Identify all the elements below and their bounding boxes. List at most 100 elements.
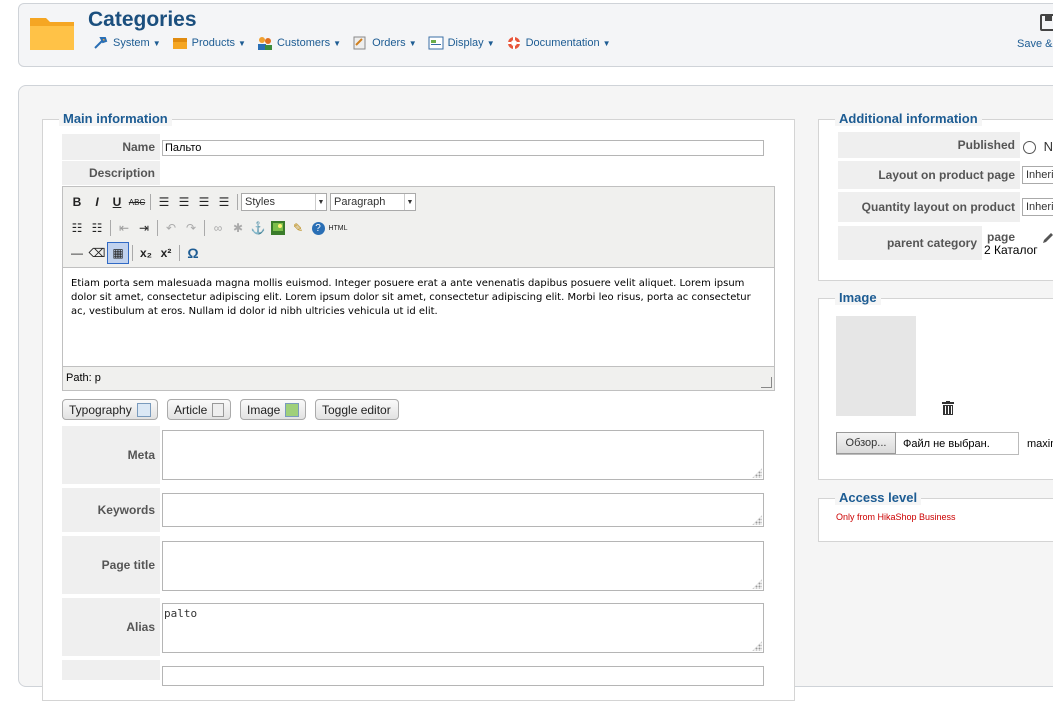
description-label: Description: [62, 161, 160, 185]
unlink-icon[interactable]: ✱: [228, 218, 248, 238]
alias-label: Alias: [62, 598, 160, 656]
name-label: Name: [62, 134, 160, 160]
image-button-label: Image: [247, 402, 281, 417]
outdent-button[interactable]: ⇤: [114, 218, 134, 238]
cleanup-icon[interactable]: ✎: [288, 218, 308, 238]
numbered-list-button[interactable]: ☷: [87, 218, 107, 238]
menu-customers-label: Customers: [276, 37, 331, 49]
trash-icon[interactable]: [942, 401, 954, 415]
image-icon: [285, 402, 299, 417]
format-select-value: Paragraph: [334, 196, 386, 208]
wrench-icon: [94, 37, 108, 49]
bullet-list-button[interactable]: ☷: [67, 218, 87, 238]
parent-category-value: 2 Каталог: [984, 243, 1038, 257]
page-title-label: Page title: [62, 536, 160, 594]
indent-button[interactable]: ⇥: [134, 218, 154, 238]
menu-products[interactable]: Products ▼: [172, 36, 246, 50]
next-row-label: [62, 660, 160, 680]
published-radio-group: N: [1023, 139, 1053, 155]
save-button[interactable]: Save &: [1017, 14, 1053, 50]
menu-system-label: System: [113, 37, 150, 49]
article-button[interactable]: Article: [167, 399, 231, 420]
typography-button[interactable]: Typography: [62, 399, 158, 420]
special-char-button[interactable]: Ω: [183, 243, 203, 263]
layout-select-value: Inheri: [1026, 169, 1053, 181]
meta-description-textarea[interactable]: [162, 430, 764, 480]
typography-button-label: Typography: [69, 402, 132, 417]
html-button[interactable]: HTML: [328, 218, 348, 238]
menu-customers[interactable]: Customers ▼: [257, 36, 341, 50]
toggle-editor-button[interactable]: Toggle editor: [315, 399, 399, 420]
name-input[interactable]: [162, 140, 764, 156]
table-icon[interactable]: ▦: [107, 242, 129, 264]
orders-icon: [353, 36, 366, 50]
additional-information-legend: Additional information: [835, 111, 982, 126]
align-justify-button[interactable]: ☰: [214, 192, 234, 212]
edit-pencil-icon[interactable]: [1041, 231, 1053, 245]
article-button-label: Article: [174, 402, 208, 417]
menu-display-label: Display: [447, 37, 484, 49]
lifebuoy-icon: [507, 37, 520, 49]
layout-label: Layout on product page: [838, 161, 1020, 189]
anchor-icon[interactable]: ⚓: [248, 218, 268, 238]
superscript-button[interactable]: x²: [156, 243, 176, 263]
editor-resize-handle[interactable]: [761, 377, 772, 388]
align-right-button[interactable]: ☰: [194, 192, 214, 212]
align-left-button[interactable]: ☰: [154, 192, 174, 212]
redo-icon[interactable]: ↷: [181, 218, 201, 238]
editor-toolbar-row-1: B I U ABC ☰ ☰ ☰ ☰ Styles ▼ Paragraph ▼: [67, 192, 419, 212]
folder-icon: [30, 18, 74, 50]
bold-button[interactable]: B: [67, 192, 87, 212]
parent-category-label: parent category: [838, 226, 982, 260]
align-center-button[interactable]: ☰: [174, 192, 194, 212]
typography-icon: [136, 402, 151, 417]
image-button[interactable]: Image: [240, 399, 306, 420]
alias-value: palto: [164, 607, 198, 620]
undo-icon[interactable]: ↶: [161, 218, 181, 238]
italic-button[interactable]: I: [87, 192, 107, 212]
access-level-note: Only from HikaShop Business: [836, 512, 956, 522]
save-icon: [1040, 14, 1053, 31]
save-label: Save &: [1017, 38, 1053, 50]
main-information-legend: Main information: [59, 111, 172, 126]
page-title: Categories: [88, 8, 197, 31]
editor-toolbar-row-3: — ⌫ ▦ x₂ x² Ω: [67, 242, 203, 264]
horizontal-rule-button[interactable]: —: [67, 243, 87, 263]
main-menu: System ▼ Products ▼ Customers ▼ Orders ▼ Dis…: [93, 36, 622, 50]
next-row-field[interactable]: [162, 666, 764, 686]
eraser-icon[interactable]: ⌫: [87, 243, 107, 263]
published-no-radio[interactable]: [1023, 141, 1036, 155]
strikethrough-button[interactable]: ABC: [127, 192, 147, 212]
access-level-legend: Access level: [835, 490, 922, 505]
alias-textarea[interactable]: palto: [162, 603, 764, 653]
link-icon[interactable]: ∞: [208, 218, 228, 238]
menu-orders[interactable]: Orders ▼: [352, 36, 417, 50]
browse-button[interactable]: Обзор...: [836, 432, 896, 454]
keywords-textarea[interactable]: [162, 493, 764, 527]
published-no-label: N: [1043, 139, 1053, 154]
image-legend: Image: [835, 290, 881, 305]
menu-display[interactable]: Display ▼: [428, 36, 495, 50]
meta-description-label: Meta description: [62, 426, 160, 520]
menu-documentation[interactable]: Documentation ▼: [506, 36, 611, 50]
image-placeholder: [836, 316, 916, 416]
insert-image-icon[interactable]: [268, 218, 288, 238]
published-label: Published: [838, 132, 1020, 158]
article-icon: [212, 402, 224, 417]
format-select[interactable]: Paragraph ▼: [330, 193, 416, 211]
page-title-textarea[interactable]: [162, 541, 764, 591]
editor-toolbar-row-2: ☷ ☷ ⇤ ⇥ ↶ ↷ ∞ ✱ ⚓ ✎ ? HTML: [67, 218, 348, 238]
box-icon: [172, 38, 187, 49]
users-icon: [257, 37, 272, 50]
menu-system[interactable]: System ▼: [93, 36, 161, 50]
quantity-layout-select[interactable]: Inheri: [1022, 198, 1053, 216]
layout-select[interactable]: Inheri: [1022, 166, 1053, 184]
quantity-layout-label: Quantity layout on product page: [838, 192, 1020, 244]
editor-content[interactable]: Etiam porta sem malesuada magna mollis e…: [63, 267, 774, 367]
subscript-button[interactable]: x₂: [136, 243, 156, 263]
underline-button[interactable]: U: [107, 192, 127, 212]
display-icon: [428, 36, 444, 50]
styles-select[interactable]: Styles ▼: [241, 193, 327, 211]
help-icon[interactable]: ?: [308, 218, 328, 238]
editor-path: Path: p: [66, 372, 101, 384]
